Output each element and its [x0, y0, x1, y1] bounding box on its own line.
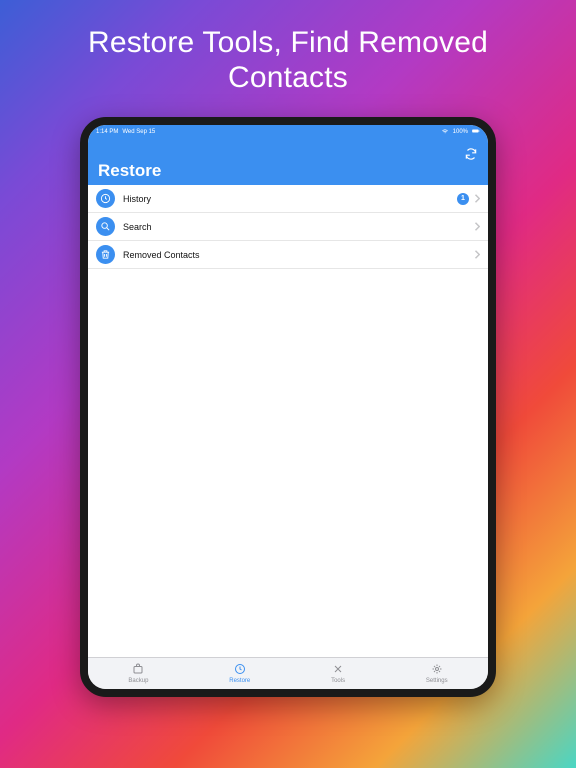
content-area	[88, 269, 488, 657]
wifi-icon	[441, 127, 449, 137]
status-bar: 1:14 PM Wed Sep 15 100%	[88, 125, 488, 139]
trash-icon	[96, 245, 115, 264]
backup-icon	[132, 663, 144, 677]
search-icon	[96, 217, 115, 236]
promo-heading: Restore Tools, Find Removed Contacts	[88, 26, 488, 95]
row-label: History	[123, 194, 457, 204]
row-removed-contacts[interactable]: Removed Contacts	[88, 241, 488, 269]
battery-icon	[472, 127, 480, 137]
tab-restore[interactable]: Restore	[229, 663, 250, 684]
list: History 1 Search Removed Contacts	[88, 185, 488, 269]
status-date: Wed Sep 15	[122, 129, 155, 135]
page-title: Restore	[98, 161, 161, 181]
refresh-button[interactable]	[464, 147, 478, 166]
row-history[interactable]: History 1	[88, 185, 488, 213]
settings-icon	[431, 663, 443, 677]
status-battery: 100%	[453, 129, 468, 135]
history-icon	[96, 189, 115, 208]
tab-settings[interactable]: Settings	[426, 663, 448, 684]
tab-label: Restore	[229, 678, 250, 684]
row-search[interactable]: Search	[88, 213, 488, 241]
tab-tools[interactable]: Tools	[331, 663, 345, 684]
tab-label: Backup	[128, 678, 148, 684]
promo-line2: Contacts	[228, 61, 348, 94]
promo-line1: Restore Tools, Find Removed	[88, 26, 488, 59]
chevron-right-icon	[474, 218, 480, 236]
chevron-right-icon	[474, 246, 480, 264]
row-label: Removed Contacts	[123, 250, 469, 260]
tab-label: Settings	[426, 678, 448, 684]
chevron-right-icon	[474, 190, 480, 208]
restore-icon	[234, 663, 246, 677]
device-frame: 1:14 PM Wed Sep 15 100% Restore History …	[80, 117, 496, 697]
row-label: Search	[123, 222, 469, 232]
tab-bar: Backup Restore Tools Settings	[88, 657, 488, 689]
nav-bar: Restore	[88, 139, 488, 185]
tab-backup[interactable]: Backup	[128, 663, 148, 684]
tab-label: Tools	[331, 678, 345, 684]
tools-icon	[332, 663, 344, 677]
history-badge: 1	[457, 193, 469, 205]
status-time: 1:14 PM	[96, 129, 118, 135]
